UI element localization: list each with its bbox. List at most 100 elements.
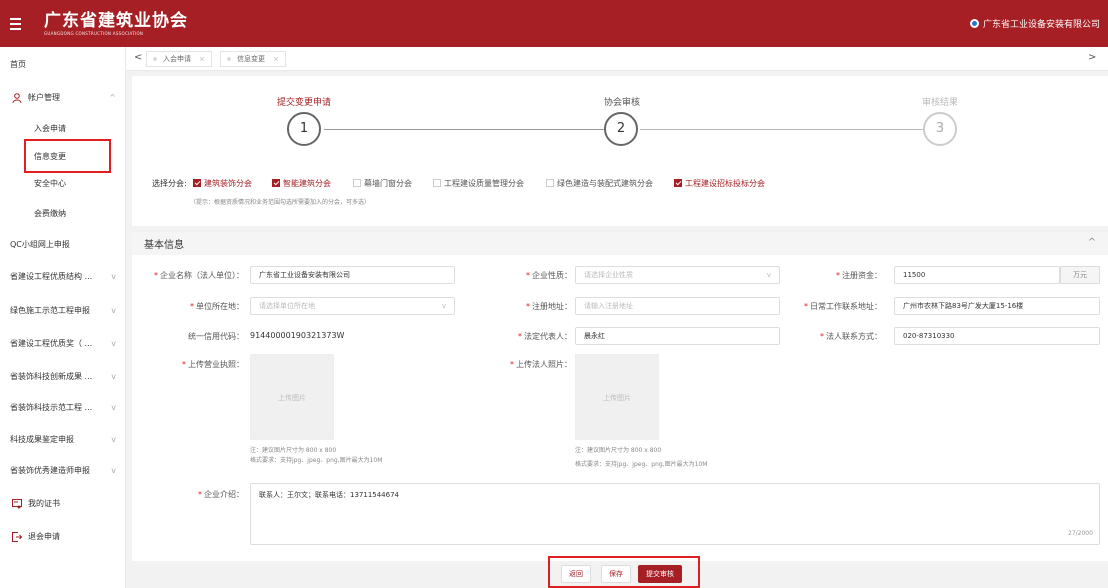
- chevron-down-icon: v: [111, 306, 116, 315]
- tab-join[interactable]: 入会申请 ×: [146, 51, 212, 67]
- brand-logo: 广东省建筑业协会 GUANGDONG CONSTRUCTION ASSOCIAT…: [44, 10, 188, 36]
- branch-checkbox-1[interactable]: 建筑装饰分会: [193, 178, 252, 189]
- legal-rep-label: * 法定代表人：: [490, 331, 572, 342]
- chevron-up-icon[interactable]: ^: [1088, 237, 1096, 248]
- license-upload-box[interactable]: 上传图片: [250, 354, 334, 440]
- branch-hint: （提示：根据资质情况和业务范围勾选所需要加入的分会，可多选）: [190, 199, 371, 206]
- brand-name: 广东省建筑业协会: [44, 10, 188, 31]
- field-label: 企业性质：: [532, 271, 572, 280]
- branch-checkbox-5[interactable]: 绿色建造与装配式建筑分会: [546, 178, 653, 189]
- chevron-down-icon: v: [111, 435, 116, 444]
- sidebar-item-security[interactable]: 安全中心: [0, 174, 126, 194]
- step-1-label: 提交变更申请: [276, 98, 331, 108]
- legal-photo-upload-box[interactable]: 上传图片: [575, 354, 659, 440]
- tab-info-change[interactable]: 信息变更 ×: [220, 51, 286, 67]
- field-label: 上传法人照片：: [516, 360, 572, 369]
- step-2-circle: 2: [604, 112, 638, 146]
- branch-label: 选择分会:: [152, 179, 187, 188]
- sidebar-item-qc[interactable]: QC小组网上申报: [0, 235, 126, 255]
- tabs-scroll-left-icon[interactable]: <: [134, 52, 142, 63]
- required-mark: *: [510, 360, 514, 369]
- user-menu[interactable]: 广东省工业设备安装有限公司: [969, 17, 1100, 30]
- checkbox-empty-icon: [433, 179, 441, 187]
- branch-checkbox-6[interactable]: 工程建设招标投标分会: [674, 178, 765, 189]
- sidebar-item-label: 省装饰科技示范工程 ...: [10, 403, 93, 412]
- close-icon[interactable]: ×: [199, 55, 205, 63]
- legal-phone-label: * 法人联系方式：: [800, 331, 882, 342]
- tabs-scroll-right-icon[interactable]: >: [1088, 52, 1096, 63]
- top-bar: 广东省建筑业协会 GUANGDONG CONSTRUCTION ASSOCIAT…: [0, 0, 1108, 47]
- sidebar-item-join[interactable]: 入会申请: [0, 119, 126, 139]
- sidebar-item-quality-structure[interactable]: 省建设工程优质结构 ... v: [0, 267, 126, 287]
- select-placeholder: 请选择企业性质: [584, 271, 633, 279]
- field-label: 法定代表人：: [524, 332, 572, 341]
- capital-input[interactable]: 11500: [894, 266, 1060, 284]
- close-icon[interactable]: ×: [273, 55, 279, 63]
- sidebar-item-label: 绿色施工示范工程申报: [10, 306, 90, 315]
- sidebar-item-account[interactable]: 帐户管理 ^: [0, 88, 126, 108]
- sidebar-item-label: 省建设工程优质奖（ ...: [10, 339, 93, 348]
- company-nature-select[interactable]: 请选择企业性质 v: [575, 266, 780, 284]
- intro-textarea[interactable]: 联系人：王尔文；联系电话：13711544674: [250, 483, 1100, 545]
- legal-photo-upload-label: * 上传法人照片：: [480, 359, 572, 370]
- required-mark: *: [526, 271, 530, 280]
- logout-icon: [12, 532, 22, 542]
- sidebar-item-label: 会费缴纳: [34, 209, 66, 218]
- location-label: * 单位所在地：: [140, 301, 244, 312]
- required-mark: *: [198, 490, 202, 499]
- sidebar-item-label: 省装饰科技创新成果 ...: [10, 372, 93, 381]
- reg-address-input[interactable]: 请输入注册地址: [575, 297, 780, 315]
- user-avatar-icon: [969, 19, 979, 28]
- branch-checkbox-3[interactable]: 幕墙门窗分会: [353, 178, 412, 189]
- sidebar-item-tech-appraisal[interactable]: 科技成果鉴定申报 v: [0, 430, 126, 450]
- sidebar-item-label: 帐户管理: [28, 93, 60, 102]
- sidebar-item-tech-demo[interactable]: 省装饰科技示范工程 ... v: [0, 398, 126, 418]
- location-select[interactable]: 请选择单位所在地 v: [250, 297, 455, 315]
- sidebar-item-fee[interactable]: 会费缴纳: [0, 204, 126, 224]
- chevron-down-icon: v: [441, 302, 446, 310]
- certificate-icon: [12, 499, 22, 509]
- required-mark: *: [518, 332, 522, 341]
- chevron-down-icon: v: [111, 339, 116, 348]
- chevron-down-icon: v: [111, 466, 116, 475]
- required-mark: *: [154, 271, 158, 280]
- sidebar-item-certificates[interactable]: 我的证书: [0, 494, 126, 514]
- capital-unit: 万元: [1060, 266, 1100, 284]
- sidebar-item-label: 首页: [10, 60, 26, 69]
- branch-checkbox-2[interactable]: 智能建筑分会: [272, 178, 331, 189]
- chevron-down-icon: v: [111, 272, 116, 281]
- menu-toggle-icon[interactable]: [10, 17, 32, 30]
- work-address-input[interactable]: 广州市农林下路83号广发大厦15-16楼: [894, 297, 1100, 315]
- branch-checkbox-label: 工程建设招标投标分会: [685, 179, 765, 188]
- sidebar-item-green-construction[interactable]: 绿色施工示范工程申报 v: [0, 301, 126, 321]
- sidebar-item-home[interactable]: 首页: [0, 55, 126, 75]
- basic-info-header[interactable]: 基本信息 ^: [132, 232, 1108, 255]
- branch-checkbox-label: 建筑装饰分会: [204, 179, 252, 188]
- branch-checkbox-label: 工程建设质量管理分会: [444, 179, 524, 188]
- field-label: 注册资金：: [842, 271, 882, 280]
- legal-rep-input[interactable]: 晨永红: [575, 327, 780, 345]
- required-mark: *: [804, 302, 808, 311]
- legal-photo-size-note: 注：建议图片尺寸为 800 x 800: [575, 447, 662, 454]
- sidebar-item-tech-innovation[interactable]: 省装饰科技创新成果 ... v: [0, 367, 126, 387]
- select-placeholder: 请选择单位所在地: [259, 302, 315, 310]
- sidebar-item-label: 退会申请: [28, 532, 60, 541]
- sidebar-item-label: 省装饰优秀建造师申报: [10, 466, 90, 475]
- step-3-circle: 3: [923, 112, 957, 146]
- step-connector: [324, 129, 604, 130]
- step-1-circle: 1: [287, 112, 321, 146]
- sidebar-item-builder[interactable]: 省装饰优秀建造师申报 v: [0, 461, 126, 481]
- checkbox-empty-icon: [546, 179, 554, 187]
- sidebar-item-quality-award[interactable]: 省建设工程优质奖（ ... v: [0, 334, 126, 354]
- branch-checkbox-4[interactable]: 工程建设质量管理分会: [433, 178, 524, 189]
- sidebar-item-label: 安全中心: [34, 179, 66, 188]
- section-title: 基本信息: [144, 240, 184, 251]
- user-icon: [12, 93, 22, 103]
- sidebar-item-label: 我的证书: [28, 499, 60, 508]
- company-name-input[interactable]: 广东省工业设备安装有限公司: [250, 266, 455, 284]
- field-label: 法人联系方式：: [826, 332, 882, 341]
- legal-phone-input[interactable]: 020-87310330: [894, 327, 1100, 345]
- company-name-label: * 企业名称（法人单位）：: [140, 270, 244, 281]
- sidebar-item-quit[interactable]: 退会申请: [0, 527, 126, 547]
- step-3-label: 审核结果: [921, 98, 958, 108]
